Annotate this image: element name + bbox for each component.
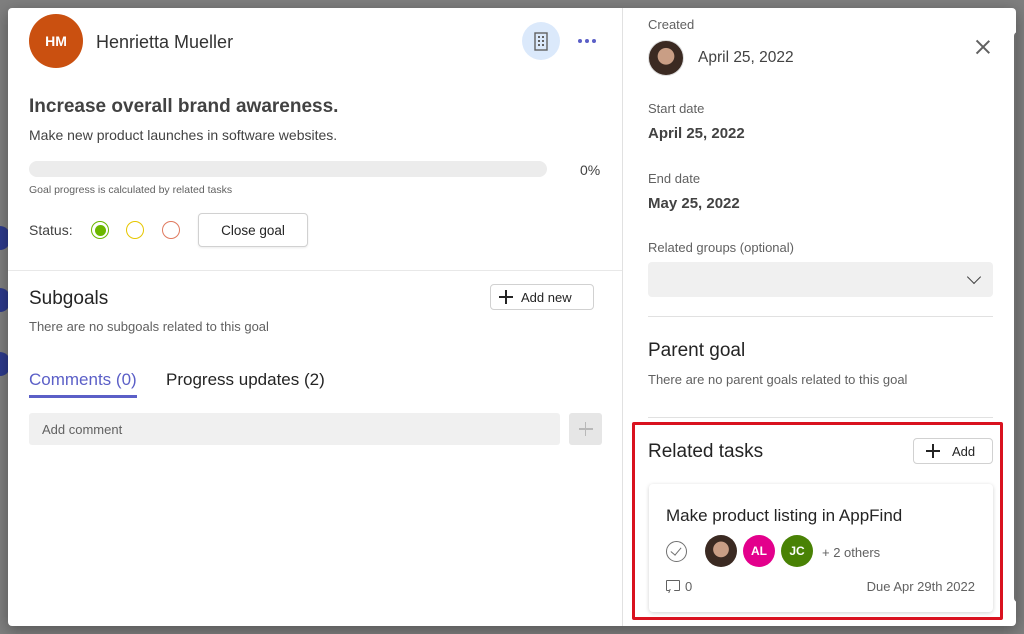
comment-icon <box>666 580 680 591</box>
more-options-button[interactable] <box>574 32 600 50</box>
goal-details-panel: Created April 25, 2022 Start date April … <box>622 8 1016 626</box>
goal-title: Increase overall brand awareness. <box>29 96 339 117</box>
subgoals-empty-text: There are no subgoals related to this go… <box>29 319 269 334</box>
goal-progress-percent: 0% <box>580 162 601 178</box>
chevron-down-icon <box>966 269 982 285</box>
end-date-value[interactable]: May 25, 2022 <box>648 195 740 212</box>
related-groups-dropdown[interactable] <box>648 262 993 297</box>
related-tasks-title: Related tasks <box>648 441 764 462</box>
end-date-label: End date <box>648 171 701 186</box>
created-label: Created <box>648 17 695 32</box>
building-icon <box>534 32 548 51</box>
add-subgoal-button[interactable]: Add new <box>490 284 594 310</box>
status-on-track-radio[interactable] <box>91 221 109 239</box>
parent-goal-title: Parent goal <box>648 340 746 361</box>
scrollbar-thumb[interactable] <box>1014 32 1016 602</box>
assignee-avatar-photo <box>705 535 737 567</box>
related-groups-label: Related groups (optional) <box>648 240 794 255</box>
tab-progress-updates[interactable]: Progress updates (2) <box>166 370 325 390</box>
owner-avatar[interactable]: HM <box>29 14 83 68</box>
add-subgoal-label: Add new <box>521 289 572 305</box>
goal-progress-bar <box>29 161 547 177</box>
task-complete-check-icon[interactable] <box>666 541 687 562</box>
goal-detail-dialog: HM Henrietta Mueller Increase overall br… <box>8 8 1016 626</box>
task-comment-count: 0 <box>685 579 693 594</box>
creator-avatar[interactable] <box>648 40 684 76</box>
created-date: April 25, 2022 <box>698 49 794 66</box>
add-related-task-label: Add <box>952 443 976 459</box>
start-date-value[interactable]: April 25, 2022 <box>648 125 745 142</box>
subgoals-title: Subgoals <box>29 288 109 309</box>
related-task-card[interactable]: Make product listing in AppFind AL JC + … <box>649 484 993 612</box>
scrollbar[interactable] <box>1012 24 1016 624</box>
goal-main-panel: HM Henrietta Mueller Increase overall br… <box>8 8 622 626</box>
status-label: Status: <box>29 222 73 238</box>
goal-description: Make new product launches in software we… <box>29 127 338 143</box>
divider <box>648 316 993 317</box>
assignee-avatar: JC <box>781 535 813 567</box>
divider <box>8 270 622 271</box>
close-goal-button[interactable]: Close goal <box>198 213 308 247</box>
add-related-task-button[interactable]: Add <box>913 438 993 464</box>
plus-icon <box>499 290 513 304</box>
start-date-label: Start date <box>648 101 705 116</box>
more-dots-icon <box>578 39 582 43</box>
submit-comment-button[interactable] <box>569 413 602 445</box>
task-due-date: Due Apr 29th 2022 <box>866 579 975 594</box>
status-off-track-radio[interactable] <box>162 221 180 239</box>
tab-comments[interactable]: Comments (0) <box>29 370 137 398</box>
owner-name: Henrietta Mueller <box>96 32 234 52</box>
parent-goal-empty-text: There are no parent goals related to thi… <box>648 372 908 387</box>
plus-icon <box>926 444 940 458</box>
status-at-risk-radio[interactable] <box>126 221 144 239</box>
other-assignees-count: + 2 others <box>822 545 881 560</box>
task-title: Make product listing in AppFind <box>666 506 903 525</box>
plus-icon <box>578 422 593 436</box>
close-icon[interactable] <box>975 40 991 56</box>
organization-button[interactable] <box>522 22 560 60</box>
goal-progress-note: Goal progress is calculated by related t… <box>29 184 233 196</box>
divider <box>648 417 993 418</box>
add-comment-input[interactable]: Add comment <box>29 413 560 445</box>
assignee-avatar: AL <box>743 535 775 567</box>
